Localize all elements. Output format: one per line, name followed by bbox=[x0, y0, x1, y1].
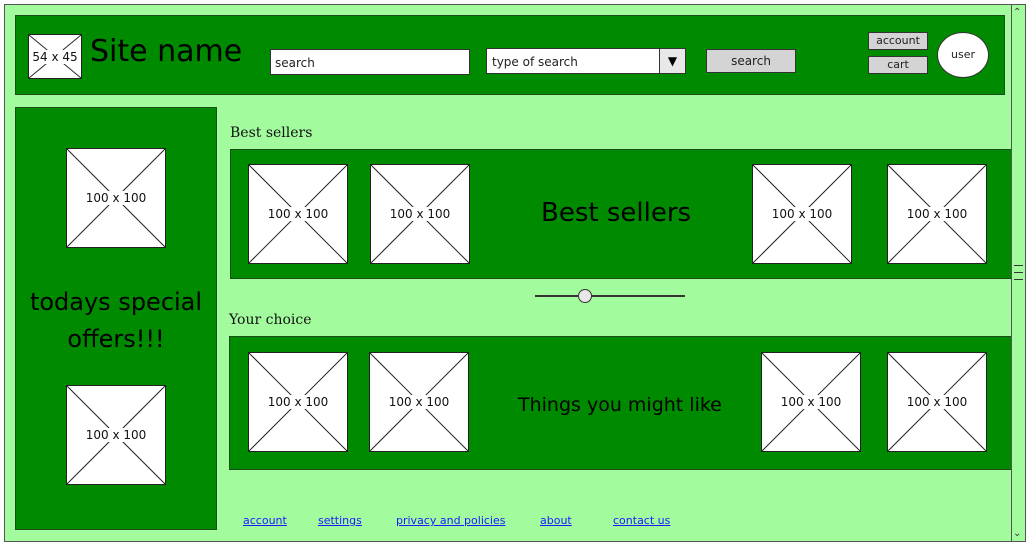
product-image[interactable]: 100 x 100 bbox=[887, 164, 987, 264]
product-image[interactable]: 100 x 100 bbox=[369, 352, 469, 452]
logo-dims: 54 x 45 bbox=[31, 49, 79, 64]
image-dims: 100 x 100 bbox=[905, 207, 969, 221]
dropdown-arrow-icon[interactable]: ▼ bbox=[659, 49, 685, 73]
search-type-select[interactable]: type of search ▼ bbox=[486, 48, 686, 74]
footer-link-settings[interactable]: settings bbox=[318, 514, 362, 527]
search-type-value: type of search bbox=[492, 55, 578, 69]
header-bar: 54 x 45 Site name search type of search … bbox=[15, 15, 1005, 95]
offer-image-bottom[interactable]: 100 x 100 bbox=[66, 385, 166, 485]
image-dims: 100 x 100 bbox=[388, 207, 452, 221]
image-dims: 100 x 100 bbox=[266, 395, 330, 409]
product-image[interactable]: 100 x 100 bbox=[761, 352, 861, 452]
image-dims: 100 x 100 bbox=[266, 207, 330, 221]
logo-placeholder[interactable]: 54 x 45 bbox=[28, 34, 82, 79]
best-sellers-title: Best sellers bbox=[541, 198, 692, 228]
your-choice-label: Your choice bbox=[229, 312, 312, 328]
your-choice-carousel: 100 x 100 100 x 100 Things you might lik… bbox=[229, 336, 1012, 470]
product-image[interactable]: 100 x 100 bbox=[248, 164, 348, 264]
special-offers-sidebar: 100 x 100 todays special offers!!! 100 x… bbox=[15, 107, 217, 530]
offer-image-top[interactable]: 100 x 100 bbox=[66, 148, 166, 248]
product-image[interactable]: 100 x 100 bbox=[752, 164, 852, 264]
vertical-scrollbar[interactable]: ⌃ ⌄ bbox=[1011, 5, 1025, 541]
best-sellers-carousel: 100 x 100 100 x 100 Best sellers 100 x 1… bbox=[230, 149, 1012, 279]
page-frame: 54 x 45 Site name search type of search … bbox=[4, 4, 1026, 542]
carousel-slider-thumb[interactable] bbox=[578, 289, 592, 303]
site-name[interactable]: Site name bbox=[90, 32, 242, 72]
image-dims: 100 x 100 bbox=[387, 395, 451, 409]
search-input[interactable]: search bbox=[270, 49, 470, 75]
special-offers-title: todays special offers!!! bbox=[29, 288, 203, 353]
your-choice-title: Things you might like bbox=[518, 394, 722, 416]
carousel-slider-track[interactable] bbox=[535, 295, 685, 297]
image-dims: 100 x 100 bbox=[84, 191, 148, 205]
user-avatar[interactable]: user bbox=[937, 32, 989, 78]
footer-link-contact[interactable]: contact us bbox=[613, 514, 670, 527]
scroll-up-icon[interactable]: ⌃ bbox=[1013, 7, 1021, 18]
best-sellers-label: Best sellers bbox=[230, 125, 313, 141]
product-image[interactable]: 100 x 100 bbox=[370, 164, 470, 264]
footer-link-about[interactable]: about bbox=[540, 514, 572, 527]
product-image[interactable]: 100 x 100 bbox=[887, 352, 987, 452]
scroll-down-icon[interactable]: ⌄ bbox=[1013, 528, 1021, 539]
image-dims: 100 x 100 bbox=[779, 395, 843, 409]
image-dims: 100 x 100 bbox=[770, 207, 834, 221]
image-dims: 100 x 100 bbox=[905, 395, 969, 409]
account-button[interactable]: account bbox=[868, 32, 928, 50]
search-button[interactable]: search bbox=[706, 49, 796, 73]
footer-link-privacy[interactable]: privacy and policies bbox=[396, 514, 505, 527]
footer-link-account[interactable]: account bbox=[243, 514, 287, 527]
scrollbar-thumb[interactable] bbox=[1014, 259, 1023, 283]
cart-button[interactable]: cart bbox=[868, 56, 928, 74]
image-dims: 100 x 100 bbox=[84, 428, 148, 442]
product-image[interactable]: 100 x 100 bbox=[248, 352, 348, 452]
